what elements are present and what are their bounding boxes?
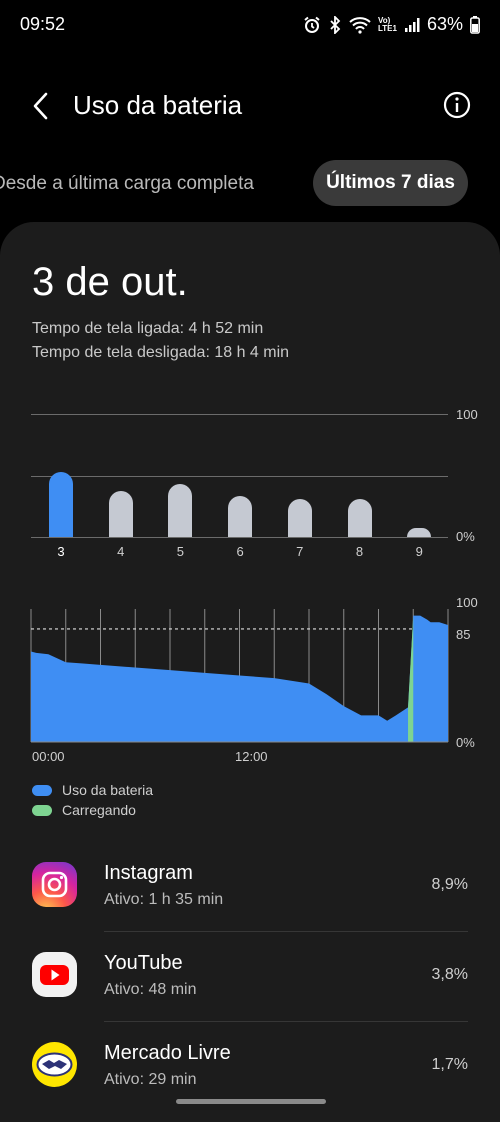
bar-day-6[interactable]	[228, 496, 253, 537]
period-tabs: Desde a última carga completa Últimos 7 …	[0, 160, 500, 208]
legend-item-usage: Uso da bateria	[32, 782, 153, 798]
x-tick-label: 5	[176, 544, 184, 559]
x-tick-label: 3	[57, 544, 65, 559]
x-tick-label: 6	[236, 544, 244, 559]
app-percent: 8,9%	[431, 876, 468, 893]
x-tick-label: 00:00	[32, 749, 65, 764]
app-name: YouTube	[104, 952, 183, 974]
bar-day-3[interactable]	[49, 471, 73, 537]
app-row-instagram[interactable]: Instagram Ativo: 1 h 35 min 8,9%	[0, 842, 500, 932]
y-tick-label: 100	[456, 595, 478, 610]
status-time: 09:52	[20, 14, 66, 34]
app-active-time: Ativo: 1 h 35 min	[104, 891, 224, 908]
battery-icon	[470, 15, 480, 34]
app-percent: 1,7%	[431, 1056, 468, 1073]
back-button[interactable]	[26, 88, 58, 124]
app-active-time: Ativo: 48 min	[104, 981, 197, 998]
app-bar: Uso da bateria	[0, 76, 500, 136]
usage-card: 3 de out. Tempo de tela ligada: 4 h 52 m…	[0, 222, 500, 1122]
x-tick-label: 9	[415, 544, 423, 559]
x-tick-label: 8	[355, 544, 364, 559]
y-tick-label: 85	[456, 627, 471, 642]
x-tick-label: 7	[296, 544, 304, 559]
bar-day-9[interactable]	[407, 528, 432, 537]
legend-swatch-usage	[32, 784, 52, 796]
app-name: Mercado Livre	[104, 1042, 231, 1064]
app-active-time: Ativo: 29 min	[104, 1071, 197, 1088]
selected-date: 3 de out.	[32, 260, 188, 304]
gridline-mid	[31, 476, 448, 477]
wifi-icon	[349, 16, 371, 34]
gridline-top	[31, 414, 448, 415]
page-title: Uso da bateria	[73, 90, 243, 120]
x-tick-label: 12:00	[235, 749, 268, 764]
legend-label: Carregando	[62, 802, 136, 818]
x-tick-label: 4	[117, 544, 125, 559]
status-bar: 09:52 Vo) LTE1 63%	[0, 0, 500, 52]
bar-day-7[interactable]	[287, 498, 312, 537]
mercado-livre-icon	[32, 1042, 77, 1087]
charging-area	[408, 615, 414, 742]
tab-since-last-charge[interactable]: Desde a última carga completa	[0, 173, 254, 195]
instagram-icon	[32, 862, 77, 907]
info-icon	[443, 91, 471, 119]
app-row-youtube[interactable]: YouTube Ativo: 48 min 3,8%	[0, 932, 500, 1022]
legend-swatch-charging	[32, 804, 52, 816]
y-tick-label: 0%	[456, 735, 475, 750]
bluetooth-icon	[328, 15, 342, 34]
y-tick-label: 0%	[456, 529, 475, 544]
gridline-baseline	[31, 537, 448, 538]
legend-item-charging: Carregando	[32, 802, 136, 818]
legend-label: Uso da bateria	[62, 782, 154, 798]
battery-percent: 63%	[426, 14, 463, 34]
y-tick-label: 100	[456, 407, 478, 422]
status-icons: Vo) LTE1 63%	[303, 14, 480, 35]
info-button[interactable]	[442, 90, 472, 120]
screen-on-time: Tempo de tela ligada: 4 h 52 min	[32, 320, 264, 337]
battery-level-chart: 100 85 0% 00:00 12:00	[0, 595, 500, 782]
chevron-left-icon	[33, 92, 48, 120]
tab-last-7-days[interactable]: Últimos 7 dias	[313, 160, 468, 206]
app-percent: 3,8%	[431, 966, 468, 983]
bar-day-8[interactable]	[347, 498, 372, 537]
bar-day-5[interactable]	[168, 484, 193, 537]
bar-day-4[interactable]	[108, 491, 133, 537]
daily-usage-chart: 100 0% 3 4 5 6 7 8 9	[0, 390, 500, 570]
screen-off-time: Tempo de tela desligada: 18 h 4 min	[32, 344, 290, 361]
volte-icon: Vo) LTE1	[378, 16, 397, 33]
youtube-icon	[32, 952, 77, 997]
app-name: Instagram	[104, 862, 193, 884]
gesture-nav-handle[interactable]	[176, 1099, 326, 1104]
alarm-icon	[303, 16, 321, 34]
signal-icon	[404, 17, 420, 33]
lte-label: LTE1	[378, 23, 397, 33]
